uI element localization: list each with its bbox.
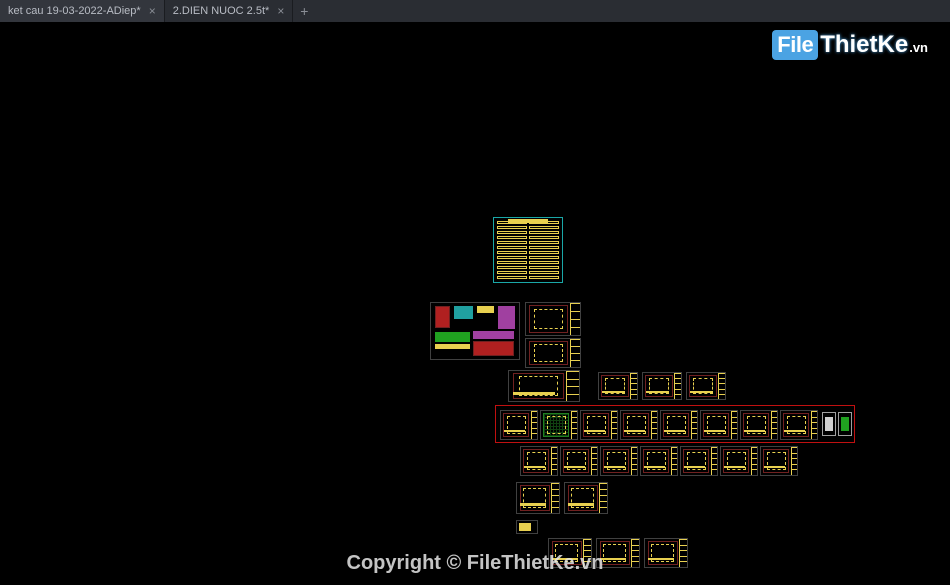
drawing-index	[493, 217, 563, 283]
close-icon[interactable]: ×	[149, 5, 156, 17]
drawing-sheet	[644, 538, 688, 568]
drawing-sheet	[516, 520, 538, 534]
drawing-sheet	[660, 410, 698, 440]
drawing-sheet	[838, 412, 852, 436]
drawing-sheet	[600, 446, 638, 476]
drawing-sheet	[560, 446, 598, 476]
logo-part3: .vn	[909, 40, 928, 55]
cover-sheet-cluster	[430, 302, 520, 360]
tab-label: ket cau 19-03-2022-ADiep*	[8, 5, 141, 17]
drawing-sheet	[508, 370, 580, 402]
drawing-sheet	[520, 446, 558, 476]
logo-part1: File	[772, 30, 818, 60]
tab-bar: ket cau 19-03-2022-ADiep* × 2.DIEN NUOC …	[0, 0, 950, 22]
tab-file-1[interactable]: ket cau 19-03-2022-ADiep* ×	[0, 0, 165, 22]
close-icon[interactable]: ×	[277, 5, 284, 17]
watermark-logo: File ThietKe .vn	[772, 30, 928, 60]
new-tab-button[interactable]: +	[293, 0, 315, 22]
drawing-sheet	[548, 538, 592, 568]
drawing-sheet	[598, 372, 638, 400]
drawing-sheet	[540, 410, 578, 440]
drawing-sheet	[640, 446, 678, 476]
drawing-sheet	[822, 412, 836, 436]
drawing-sheet	[620, 410, 658, 440]
drawing-sheet	[525, 302, 581, 336]
drawing-sheet	[516, 482, 560, 514]
tab-label: 2.DIEN NUOC 2.5t*	[173, 5, 270, 17]
drawing-sheet	[780, 410, 818, 440]
drawing-sheet	[500, 410, 538, 440]
drawing-sheet	[680, 446, 718, 476]
drawing-sheet	[596, 538, 640, 568]
drawing-sheet	[525, 338, 581, 368]
drawing-sheet	[720, 446, 758, 476]
drawing-sheet	[740, 410, 778, 440]
drawing-sheet	[686, 372, 726, 400]
drawing-sheet	[700, 410, 738, 440]
drawing-sheet	[760, 446, 798, 476]
drawing-viewport[interactable]: File ThietKe .vn	[0, 22, 950, 585]
drawing-sheet	[642, 372, 682, 400]
drawing-sheet	[564, 482, 608, 514]
logo-part2: ThietKe	[820, 31, 908, 59]
tab-file-2[interactable]: 2.DIEN NUOC 2.5t* ×	[165, 0, 294, 22]
drawing-sheet	[580, 410, 618, 440]
